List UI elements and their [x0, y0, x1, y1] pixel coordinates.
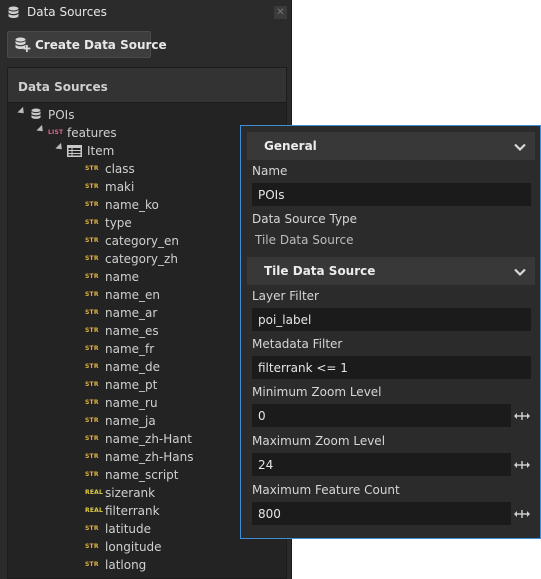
tree-field-label: name [105, 270, 140, 284]
close-icon[interactable]: ✕ [274, 6, 287, 19]
tree-node-label: features [67, 126, 117, 140]
string-type-icon: STR [85, 471, 99, 478]
tree-field-label: maki [105, 180, 135, 194]
tree-field-label: filterrank [105, 504, 160, 518]
data-source-inspector: General Name Data Source Type Tile Data … [240, 125, 541, 539]
layer-filter-label: Layer Filter [252, 289, 319, 303]
tree-field-label: category_zh [105, 252, 178, 266]
panel-title: Data Sources [27, 5, 107, 19]
layer-filter-field[interactable] [252, 308, 531, 331]
string-type-icon: STR [85, 183, 99, 190]
tree-node-label: POIs [48, 108, 75, 122]
string-type-icon: STR [85, 201, 99, 208]
create-data-source-button[interactable]: Create Data Source [7, 31, 167, 58]
string-type-icon: STR [85, 255, 99, 262]
string-type-icon: STR [85, 381, 99, 388]
string-type-icon: STR [85, 525, 99, 532]
string-type-icon: STR [85, 399, 99, 406]
minimum-zoom-level-field[interactable] [252, 404, 511, 427]
chevron-down-icon [514, 266, 526, 280]
data-source-type-value: Tile Data Source [255, 233, 354, 247]
tree-field-row[interactable]: STR longitude [85, 538, 275, 556]
general-section-header[interactable]: General [247, 132, 535, 160]
drag-adjust-icon[interactable] [514, 410, 530, 424]
name-label: Name [252, 164, 288, 178]
string-type-icon: STR [85, 435, 99, 442]
tree-field-label: sizerank [105, 486, 156, 500]
database-icon [8, 6, 19, 22]
string-type-icon: STR [85, 309, 99, 316]
drag-adjust-icon[interactable] [514, 508, 530, 522]
tree-field-label: name_zh-Hant [105, 432, 192, 446]
tree-field-label: name_ar [105, 306, 158, 320]
database-icon [31, 108, 41, 123]
string-type-icon: STR [85, 273, 99, 280]
minimum-zoom-level-label: Minimum Zoom Level [252, 385, 382, 399]
data-source-type-label: Data Source Type [252, 212, 358, 226]
tree-field-label: name_pt [105, 378, 158, 392]
drag-adjust-icon[interactable] [514, 459, 530, 473]
tree-field-label: name_de [105, 360, 161, 374]
string-type-icon: STR [85, 561, 99, 568]
expand-arrow-icon[interactable] [17, 106, 27, 117]
add-database-icon [15, 37, 31, 56]
tree-field-label: name_ru [105, 396, 158, 410]
tree-node-pois[interactable]: POIs [17, 106, 277, 124]
maximum-feature-count-field[interactable] [252, 502, 511, 525]
tree-field-label: name_ko [105, 198, 159, 212]
tree-field-label: category_en [105, 234, 180, 248]
chevron-down-icon [514, 141, 526, 155]
string-type-icon: STR [85, 327, 99, 334]
string-type-icon: STR [85, 363, 99, 370]
data-sources-header: Data Sources [8, 68, 286, 103]
panel-titlebar: Data Sources ✕ [0, 0, 292, 26]
tree-node-label: Item [87, 144, 115, 158]
general-section-title: General [264, 139, 317, 153]
tree-field-label: name_ja [105, 414, 156, 428]
list-type-icon: LIST [48, 129, 64, 136]
create-data-source-label: Create Data Source [35, 38, 167, 52]
metadata-filter-label: Metadata Filter [252, 337, 343, 351]
tree-field-label: name_en [105, 288, 161, 302]
tree-field-label: type [105, 216, 132, 230]
tree-field-label: name_script [105, 468, 179, 482]
expand-arrow-icon[interactable] [55, 142, 65, 153]
data-sources-header-label: Data Sources [18, 80, 108, 94]
tree-field-label: class [105, 162, 135, 176]
string-type-icon: STR [85, 237, 99, 244]
tree-field-row[interactable]: STR latlong [85, 556, 275, 574]
maximum-feature-count-label: Maximum Feature Count [252, 483, 400, 497]
string-type-icon: STR [85, 453, 99, 460]
string-type-icon: STR [85, 543, 99, 550]
tree-field-label: name_fr [105, 342, 155, 356]
table-icon [67, 145, 82, 160]
string-type-icon: STR [85, 165, 99, 172]
tile-data-source-section-header[interactable]: Tile Data Source [247, 257, 535, 285]
real-type-icon: REAL [85, 489, 103, 496]
tree-field-label: latlong [105, 558, 147, 572]
tree-field-label: name_zh-Hans [105, 450, 194, 464]
name-field[interactable] [252, 183, 531, 206]
expand-arrow-icon[interactable] [36, 124, 46, 135]
maximum-zoom-level-field[interactable] [252, 453, 511, 476]
string-type-icon: STR [85, 219, 99, 226]
tree-field-label: name_es [105, 324, 159, 338]
string-type-icon: STR [85, 345, 99, 352]
metadata-filter-field[interactable] [252, 356, 531, 379]
tree-field-label: longitude [105, 540, 162, 554]
string-type-icon: STR [85, 291, 99, 298]
string-type-icon: STR [85, 417, 99, 424]
maximum-zoom-level-label: Maximum Zoom Level [252, 434, 386, 448]
tile-data-source-section-title: Tile Data Source [264, 264, 376, 278]
tree-field-label: latitude [105, 522, 152, 536]
real-type-icon: REAL [85, 507, 103, 514]
